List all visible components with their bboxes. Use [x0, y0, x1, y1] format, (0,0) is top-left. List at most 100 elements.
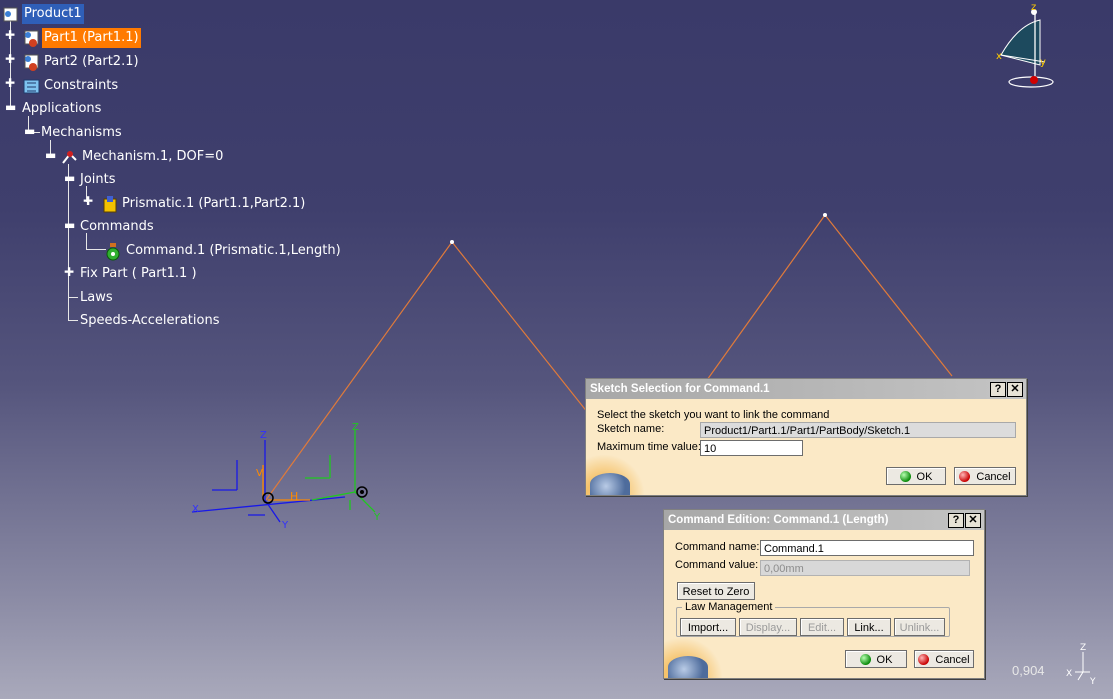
tree-node-part2[interactable]: Part2 (Part2.1) [22, 52, 141, 72]
compass-x-label: x [996, 51, 1002, 62]
unlink-button: Unlink... [894, 618, 945, 636]
display-button: Display... [739, 618, 797, 636]
edit-button: Edit... [800, 618, 844, 636]
cancel-button[interactable]: Cancel [914, 650, 974, 668]
compass-icon[interactable]: x y z [996, 2, 1054, 88]
tree-node-speeds[interactable]: Speeds-Accelerations [78, 311, 221, 331]
sketch-name-label: Sketch name: [597, 423, 665, 435]
expand-icon[interactable]: ✚ [5, 77, 15, 89]
ok-icon [859, 654, 871, 665]
sketch-vertex [823, 213, 827, 217]
expand-icon[interactable]: ✚ [64, 266, 74, 278]
law-management-label: Law Management [682, 601, 776, 613]
cancel-button[interactable]: Cancel [954, 467, 1016, 485]
tree-node-mechanisms[interactable]: Mechanisms [39, 123, 124, 143]
tree-label[interactable]: Command.1 (Prismatic.1,Length) [124, 241, 343, 261]
axis-z-label: Z [260, 430, 267, 441]
globe-icon [590, 473, 630, 495]
close-button[interactable]: ✕ [965, 513, 981, 528]
tree-node-constraints[interactable]: Constraints [22, 76, 120, 96]
axis-y-label: Y [281, 520, 289, 531]
prismatic-joint-icon [100, 195, 118, 213]
link-button[interactable]: Link... [847, 618, 891, 636]
tree-label[interactable]: Fix Part ( Part1.1 ) [78, 264, 199, 284]
mechanism-icon [60, 148, 78, 166]
tree-node-joints[interactable]: Joints [78, 170, 118, 190]
mini-axis-y: Y [1089, 677, 1096, 687]
constraints-icon [22, 77, 40, 95]
tree-label[interactable]: Mechanisms [39, 123, 124, 143]
dialog-title-bar[interactable]: Command Edition: Command.1 (Length) ? ✕ [664, 510, 984, 530]
tree-node-product[interactable]: Product1 [2, 4, 84, 24]
tree-label[interactable]: Product1 [22, 4, 84, 24]
tree-label[interactable]: Constraints [42, 76, 120, 96]
expand-icon[interactable]: ✚ [5, 53, 15, 65]
tree-node-command[interactable]: Command.1 (Prismatic.1,Length) [104, 241, 343, 261]
instruction-text: Select the sketch you want to link the c… [597, 409, 830, 421]
tree-label[interactable]: Speeds-Accelerations [78, 311, 221, 331]
tree-node-applications[interactable]: Applications [20, 99, 103, 119]
sketch-h-label: H [290, 490, 298, 503]
collapse-icon[interactable]: ▬ [45, 149, 56, 161]
tree-label[interactable]: Mechanism.1, DOF=0 [80, 147, 225, 167]
tree-label[interactable]: Commands [78, 217, 156, 237]
part-icon [22, 29, 40, 47]
dialog-title: Sketch Selection for Command.1 [590, 383, 770, 395]
mini-axis-z: Z [1080, 643, 1086, 653]
ok-button[interactable]: OK [886, 467, 946, 485]
tree-node-laws[interactable]: Laws [78, 288, 115, 308]
reset-to-zero-button[interactable]: Reset to Zero [677, 582, 755, 600]
axis-z-label-green: Z [352, 422, 359, 433]
dialog-title-bar[interactable]: Sketch Selection for Command.1 ? ✕ [586, 379, 1026, 399]
close-button[interactable]: ✕ [1007, 382, 1023, 397]
tree-node-mechanism[interactable]: Mechanism.1, DOF=0 [60, 147, 225, 167]
sketch-name-field[interactable]: Product1/Part1.1/Part1/PartBody/Sketch.1 [700, 422, 1016, 438]
command-value-label: Command value: [675, 559, 759, 571]
axis-y-label-green: Y [373, 512, 381, 523]
tree-label[interactable]: Applications [20, 99, 103, 119]
ok-icon [899, 471, 911, 482]
tree-node-commands[interactable]: Commands [78, 217, 156, 237]
dialog-title: Command Edition: Command.1 (Length) [668, 514, 889, 526]
command-name-field[interactable]: Command.1 [760, 540, 974, 556]
ok-label: OK [916, 471, 933, 483]
sketch-axes-green [305, 430, 376, 513]
collapse-icon[interactable]: ▬ [5, 101, 16, 113]
globe-icon [668, 656, 708, 678]
cancel-label: Cancel [935, 654, 970, 666]
tree-label[interactable]: Prismatic.1 (Part1.1,Part2.1) [120, 194, 307, 214]
cancel-label: Cancel [976, 471, 1011, 483]
tree-node-prismatic[interactable]: Prismatic.1 (Part1.1,Part2.1) [100, 194, 307, 214]
specification-tree: Product1 ✚ Part1 (Part1.1) ✚ Part2 (Part… [0, 0, 343, 340]
tree-node-part1[interactable]: Part1 (Part1.1) [22, 28, 141, 48]
cancel-icon [918, 654, 930, 665]
compass-z-label: z [1031, 2, 1036, 13]
sketch-vertex [450, 240, 454, 244]
product-icon [2, 5, 20, 23]
tree-label[interactable]: Laws [78, 288, 115, 308]
collapse-icon[interactable]: ▬ [64, 219, 75, 231]
collapse-icon[interactable]: ▬ [64, 172, 75, 184]
compass-y-label: y [1040, 57, 1046, 68]
command-icon [104, 242, 122, 261]
max-time-label: Maximum time value: [597, 441, 701, 453]
max-time-field[interactable]: 10 [700, 440, 803, 456]
help-button[interactable]: ? [990, 382, 1006, 397]
zoom-readout: 0,904 [1012, 663, 1045, 678]
ok-label: OK [876, 654, 893, 666]
tree-label[interactable]: Part1 (Part1.1) [42, 28, 141, 48]
command-edition-dialog: Command Edition: Command.1 (Length) ? ✕ … [663, 509, 985, 679]
ok-button[interactable]: OK [845, 650, 907, 668]
tree-label[interactable]: Joints [78, 170, 118, 190]
command-name-label: Command name: [675, 541, 760, 553]
command-value-field: 0,00mm [760, 560, 970, 576]
expand-icon[interactable]: ✚ [5, 29, 15, 41]
help-button[interactable]: ? [948, 513, 964, 528]
expand-icon[interactable]: ✚ [83, 195, 93, 207]
sketch-polyline-2[interactable] [706, 214, 953, 381]
tree-label[interactable]: Part2 (Part2.1) [42, 52, 141, 72]
tree-node-fixpart[interactable]: Fix Part ( Part1.1 ) [78, 264, 199, 284]
collapse-icon[interactable]: ▬ [24, 125, 35, 137]
import-button[interactable]: Import... [680, 618, 736, 636]
part-icon [22, 53, 40, 71]
